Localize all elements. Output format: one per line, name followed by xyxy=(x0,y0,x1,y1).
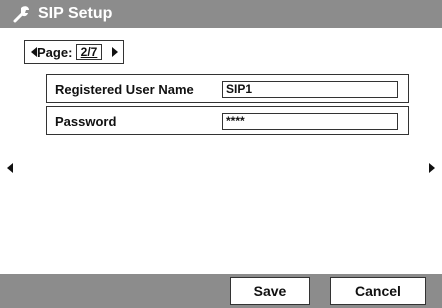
page-selector[interactable]: Page: 2/7 xyxy=(24,40,124,64)
password-input[interactable]: **** xyxy=(222,113,398,130)
page-title: SIP Setup xyxy=(38,5,113,22)
footer-bar: Save Cancel xyxy=(0,274,442,308)
triangle-right-icon[interactable] xyxy=(429,163,435,173)
registered-user-name-input[interactable]: SIP1 xyxy=(222,81,398,98)
password-label: Password xyxy=(55,114,117,129)
triangle-right-icon[interactable] xyxy=(111,46,119,58)
page-label: Page: xyxy=(37,45,73,60)
triangle-left-icon[interactable] xyxy=(7,163,13,173)
page-number[interactable]: 2/7 xyxy=(76,44,102,60)
title-bar: SIP Setup xyxy=(0,0,442,28)
password-row: Password **** xyxy=(46,106,409,135)
settings-wrench-icon xyxy=(13,6,29,23)
save-button[interactable]: Save xyxy=(230,277,310,305)
registered-user-name-label: Registered User Name xyxy=(55,82,194,97)
sip-setup-screen: SIP Setup Page: 2/7 Registered User Name… xyxy=(0,0,442,308)
registered-user-name-row: Registered User Name SIP1 xyxy=(46,74,409,103)
cancel-button[interactable]: Cancel xyxy=(330,277,426,305)
